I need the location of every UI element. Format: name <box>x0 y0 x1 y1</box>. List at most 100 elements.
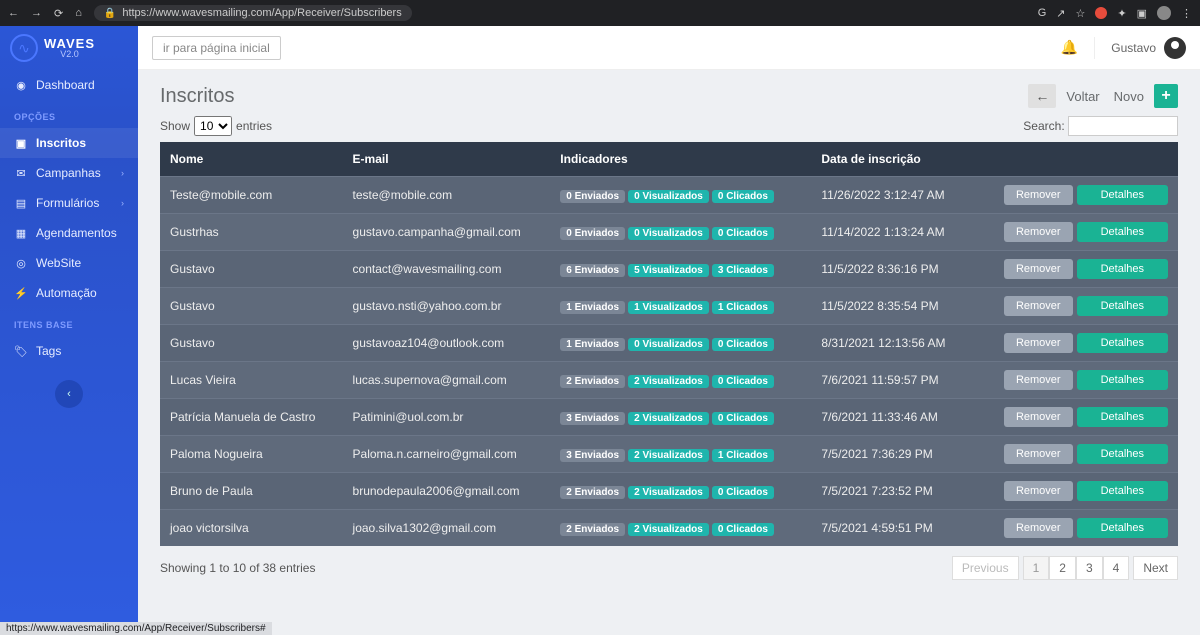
cell-actions: RemoverDetalhes <box>970 399 1178 436</box>
user-menu[interactable]: Gustavo <box>1094 37 1186 59</box>
pagination-prev[interactable]: Previous <box>952 556 1019 580</box>
table-row: Teste@mobile.comteste@mobile.com0 Enviad… <box>160 177 1178 214</box>
remove-button[interactable]: Remover <box>1004 333 1073 353</box>
remove-button[interactable]: Remover <box>1004 444 1073 464</box>
table-row: joao victorsilvajoao.silva1302@gmail.com… <box>160 510 1178 547</box>
pagination-page[interactable]: 1 <box>1023 556 1050 580</box>
remove-button[interactable]: Remover <box>1004 296 1073 316</box>
sidebar-item-automacao[interactable]: ⚡ Automação <box>0 278 138 308</box>
topbar: ir para página inicial 🔔 Gustavo <box>138 26 1200 70</box>
bell-icon[interactable]: 🔔 <box>1061 39 1078 56</box>
profile-icon[interactable] <box>1157 6 1171 20</box>
details-button[interactable]: Detalhes <box>1077 370 1168 390</box>
cell-email: gustavo.nsti@yahoo.com.br <box>343 288 551 325</box>
arrow-left-icon: ← <box>1035 88 1049 104</box>
details-button[interactable]: Detalhes <box>1077 222 1168 242</box>
details-button[interactable]: Detalhes <box>1077 444 1168 464</box>
badge-visualizados: 2 Visualizados <box>628 486 709 499</box>
col-data[interactable]: Data de inscrição <box>811 142 970 177</box>
remove-button[interactable]: Remover <box>1004 407 1073 427</box>
add-button[interactable]: + <box>1154 84 1178 108</box>
cell-data: 7/5/2021 4:59:51 PM <box>811 510 970 547</box>
sidebar-item-campanhas[interactable]: ✉ Campanhas › <box>0 158 138 188</box>
sidebar-item-agendamentos[interactable]: ▦ Agendamentos <box>0 218 138 248</box>
pagination-next[interactable]: Next <box>1133 556 1178 580</box>
pagination-page[interactable]: 4 <box>1103 556 1130 580</box>
gtranslate-icon[interactable]: G <box>1038 7 1047 19</box>
pagination-page[interactable]: 3 <box>1076 556 1103 580</box>
forward-icon[interactable]: → <box>31 7 42 19</box>
cell-actions: RemoverDetalhes <box>970 436 1178 473</box>
sidebar-item-inscritos[interactable]: ▣ Inscritos <box>0 128 138 158</box>
star-icon[interactable]: ☆ <box>1076 7 1086 20</box>
cell-email: Patimini@uol.com.br <box>343 399 551 436</box>
cell-nome: Patrícia Manuela de Castro <box>160 399 343 436</box>
cell-nome: Gustavo <box>160 288 343 325</box>
cell-email: teste@mobile.com <box>343 177 551 214</box>
cell-indicadores: 1 Enviados0 Visualizados0 Clicados <box>550 325 811 362</box>
sidebar-item-formularios[interactable]: ▤ Formulários › <box>0 188 138 218</box>
cell-indicadores: 3 Enviados2 Visualizados1 Clicados <box>550 436 811 473</box>
sidebar-item-tags[interactable]: 🏷 Tags <box>0 336 138 366</box>
cell-nome: Lucas Vieira <box>160 362 343 399</box>
badge-enviados: 0 Enviados <box>560 227 625 240</box>
details-button[interactable]: Detalhes <box>1077 518 1168 538</box>
badge-clicados: 0 Clicados <box>712 227 774 240</box>
badge-clicados: 3 Clicados <box>712 264 774 277</box>
cell-indicadores: 2 Enviados2 Visualizados0 Clicados <box>550 362 811 399</box>
remove-button[interactable]: Remover <box>1004 185 1073 205</box>
sidebar-item-label: Tags <box>36 344 61 358</box>
remove-button[interactable]: Remover <box>1004 370 1073 390</box>
envelope-icon: ✉ <box>14 167 28 180</box>
puzzle-icon[interactable]: ✦ <box>1117 7 1126 20</box>
home-icon[interactable]: ⌂ <box>75 7 82 19</box>
remove-button[interactable]: Remover <box>1004 259 1073 279</box>
sidebar-item-website[interactable]: ◎ WebSite <box>0 248 138 278</box>
badge-visualizados: 5 Visualizados <box>628 264 709 277</box>
cell-email: gustavo.campanha@gmail.com <box>343 214 551 251</box>
logo-area[interactable]: ∿ WAVES V2.0 <box>0 26 138 70</box>
search-input[interactable] <box>1068 116 1178 136</box>
cell-email: joao.silva1302@gmail.com <box>343 510 551 547</box>
details-button[interactable]: Detalhes <box>1077 333 1168 353</box>
home-link[interactable]: ir para página inicial <box>152 36 281 60</box>
back-button[interactable]: ← <box>1028 84 1056 108</box>
col-indicadores[interactable]: Indicadores <box>550 142 811 177</box>
address-bar[interactable]: 🔒 https://www.wavesmailing.com/App/Recei… <box>94 5 412 21</box>
entries-info: Showing 1 to 10 of 38 entries <box>160 561 315 575</box>
voltar-button[interactable]: Voltar <box>1062 89 1103 104</box>
details-button[interactable]: Detalhes <box>1077 407 1168 427</box>
details-button[interactable]: Detalhes <box>1077 259 1168 279</box>
cell-actions: RemoverDetalhes <box>970 362 1178 399</box>
menu-icon[interactable]: ⋮ <box>1181 7 1192 20</box>
page-size-select[interactable]: 10 <box>194 116 232 136</box>
back-icon[interactable]: ← <box>8 7 19 19</box>
ext-red-icon[interactable] <box>1095 7 1107 19</box>
reload-icon[interactable]: ⟳ <box>54 7 63 20</box>
details-button[interactable]: Detalhes <box>1077 185 1168 205</box>
col-email[interactable]: E-mail <box>343 142 551 177</box>
badge-visualizados: 2 Visualizados <box>628 449 709 462</box>
badge-enviados: 2 Enviados <box>560 486 625 499</box>
badge-visualizados: 2 Visualizados <box>628 375 709 388</box>
remove-button[interactable]: Remover <box>1004 222 1073 242</box>
badge-clicados: 0 Clicados <box>712 412 774 425</box>
pagination-page[interactable]: 2 <box>1049 556 1076 580</box>
sidebar-item-dashboard[interactable]: ◉ Dashboard <box>0 70 138 100</box>
sidebar-item-label: Formulários <box>36 196 99 210</box>
badge-clicados: 0 Clicados <box>712 523 774 536</box>
cell-indicadores: 3 Enviados2 Visualizados0 Clicados <box>550 399 811 436</box>
table-row: Gustavogustavo.nsti@yahoo.com.br1 Enviad… <box>160 288 1178 325</box>
details-button[interactable]: Detalhes <box>1077 481 1168 501</box>
sidebar-collapse-button[interactable]: ‹ <box>55 380 83 408</box>
cell-nome: Paloma Nogueira <box>160 436 343 473</box>
avatar-icon <box>1164 37 1186 59</box>
col-nome[interactable]: Nome <box>160 142 343 177</box>
remove-button[interactable]: Remover <box>1004 481 1073 501</box>
remove-button[interactable]: Remover <box>1004 518 1073 538</box>
details-button[interactable]: Detalhes <box>1077 296 1168 316</box>
table-footer: Showing 1 to 10 of 38 entries Previous 1… <box>138 546 1200 590</box>
share-icon[interactable]: ↗ <box>1056 7 1065 20</box>
novo-button[interactable]: Novo <box>1110 89 1148 104</box>
window-icon[interactable]: ▣ <box>1137 7 1147 20</box>
